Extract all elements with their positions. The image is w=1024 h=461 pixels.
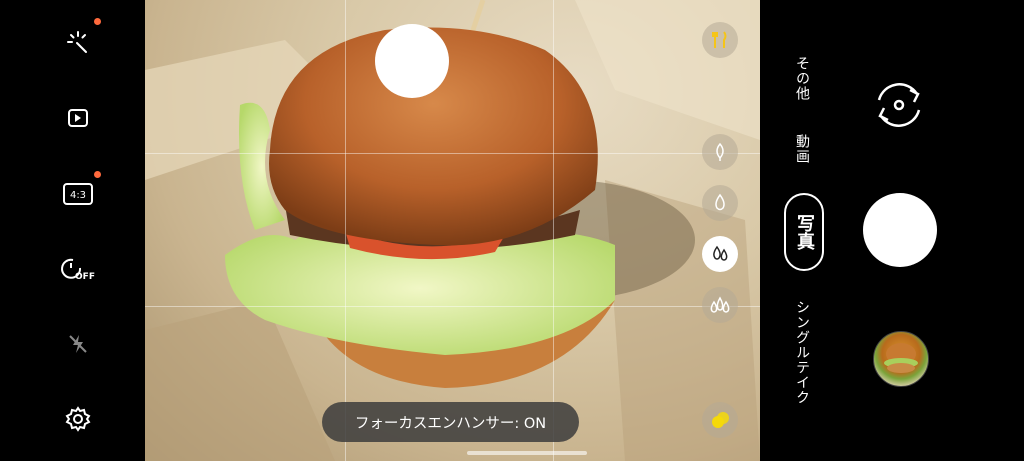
timer-label: OFF [75, 272, 95, 282]
aspect-ratio-label: 4:3 [70, 190, 86, 201]
single-leaf-icon[interactable] [702, 134, 738, 170]
burger-image [145, 0, 760, 461]
settings-icon[interactable] [60, 401, 96, 437]
mode-single-take[interactable]: シングルテイク [792, 300, 812, 405]
color-tone-icon[interactable] [702, 402, 738, 438]
camera-viewfinder[interactable]: フォーカスエンハンサー: ON [145, 0, 760, 461]
grid-line [145, 306, 760, 307]
shutter-button[interactable] [863, 193, 937, 267]
notification-dot [94, 18, 101, 25]
motion-photo-icon[interactable] [60, 100, 96, 136]
single-drop-icon[interactable] [702, 185, 738, 221]
grid-line [345, 0, 346, 461]
timer-icon[interactable]: OFF [60, 251, 96, 287]
mode-video[interactable]: 動画 [792, 134, 812, 164]
triple-drop-icon[interactable] [702, 287, 738, 323]
focus-indicator[interactable] [375, 24, 449, 98]
gallery-thumbnail[interactable] [873, 331, 929, 387]
fork-knife-icon[interactable] [702, 22, 738, 58]
home-indicator [467, 451, 587, 455]
aspect-ratio-icon[interactable]: 4:3 [60, 176, 96, 212]
grid-line [553, 0, 554, 461]
flash-off-icon[interactable] [60, 326, 96, 362]
focus-enhancer-toast: フォーカスエンハンサー: ON [322, 402, 579, 442]
right-control-bar: その他 動画 写真 シングルテイク [760, 0, 1024, 461]
magic-effects-icon[interactable] [60, 24, 96, 60]
mode-more[interactable]: その他 [792, 56, 812, 101]
double-drop-icon[interactable] [702, 236, 738, 272]
switch-camera-icon[interactable] [870, 76, 928, 134]
left-toolbar: 4:3 OFF [0, 0, 145, 461]
notification-dot [94, 171, 101, 178]
grid-line [145, 153, 760, 154]
mode-photo[interactable]: 写真 [784, 193, 824, 271]
